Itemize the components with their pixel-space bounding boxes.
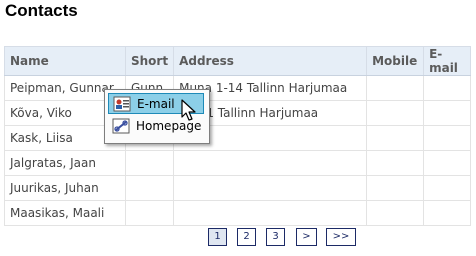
- cell-short: [124, 200, 175, 226]
- cell-name: Maasikas, Maali: [4, 200, 126, 226]
- cell-email: [423, 100, 472, 126]
- table-row[interactable]: Jalgratas, Jaan: [4, 150, 472, 176]
- cell-mobile: [366, 175, 425, 201]
- column-header-short[interactable]: Short: [124, 46, 175, 76]
- last-page-button[interactable]: >>: [326, 228, 356, 246]
- context-menu-item-label: E-mail: [137, 97, 175, 111]
- next-page-button[interactable]: >: [296, 228, 317, 246]
- cell-short: [124, 175, 175, 201]
- cell-email: [423, 150, 472, 176]
- table-header-row: Name Short Address Mobile E-mail: [4, 46, 472, 76]
- cell-name: Jalgratas, Jaan: [4, 150, 126, 176]
- column-header-mobile[interactable]: Mobile: [366, 46, 425, 76]
- table-row[interactable]: Peipman, Gunnar Gunn Muna 1-14 Tallinn H…: [4, 75, 472, 101]
- cell-address: [173, 175, 368, 201]
- link-icon: [112, 118, 130, 134]
- page-title: Contacts: [5, 1, 78, 20]
- table-row[interactable]: Maasikas, Maali: [4, 200, 472, 226]
- cell-mobile: [366, 75, 425, 101]
- contacts-table: Name Short Address Mobile E-mail Peipman…: [4, 46, 472, 226]
- cell-mobile: [366, 150, 425, 176]
- cell-mobile: [366, 125, 425, 151]
- page-3-button[interactable]: 3: [266, 228, 285, 246]
- cell-email: [423, 200, 472, 226]
- cell-mobile: [366, 100, 425, 126]
- page-1-button[interactable]: 1: [208, 228, 227, 246]
- cell-address: [173, 200, 368, 226]
- column-header-name[interactable]: Name: [4, 46, 126, 76]
- cell-email: [423, 75, 472, 101]
- table-row[interactable]: Juurikas, Juhan: [4, 175, 472, 201]
- cell-mobile: [366, 200, 425, 226]
- cell-name: Juurikas, Juhan: [4, 175, 126, 201]
- column-header-email[interactable]: E-mail: [423, 46, 472, 76]
- mouse-pointer-icon: [181, 99, 196, 121]
- page-2-button[interactable]: 2: [237, 228, 256, 246]
- cell-email: [423, 175, 472, 201]
- table-row[interactable]: Kõva, Viko 10-21 Tallinn Harjumaa: [4, 100, 472, 126]
- cell-email: [423, 125, 472, 151]
- table-row[interactable]: Kask, Liisa: [4, 125, 472, 151]
- cell-short: [124, 150, 175, 176]
- email-contact-icon: [113, 96, 131, 112]
- column-header-address[interactable]: Address: [173, 46, 368, 76]
- cell-address: [173, 150, 368, 176]
- pager: 1 2 3 > >>: [0, 228, 476, 248]
